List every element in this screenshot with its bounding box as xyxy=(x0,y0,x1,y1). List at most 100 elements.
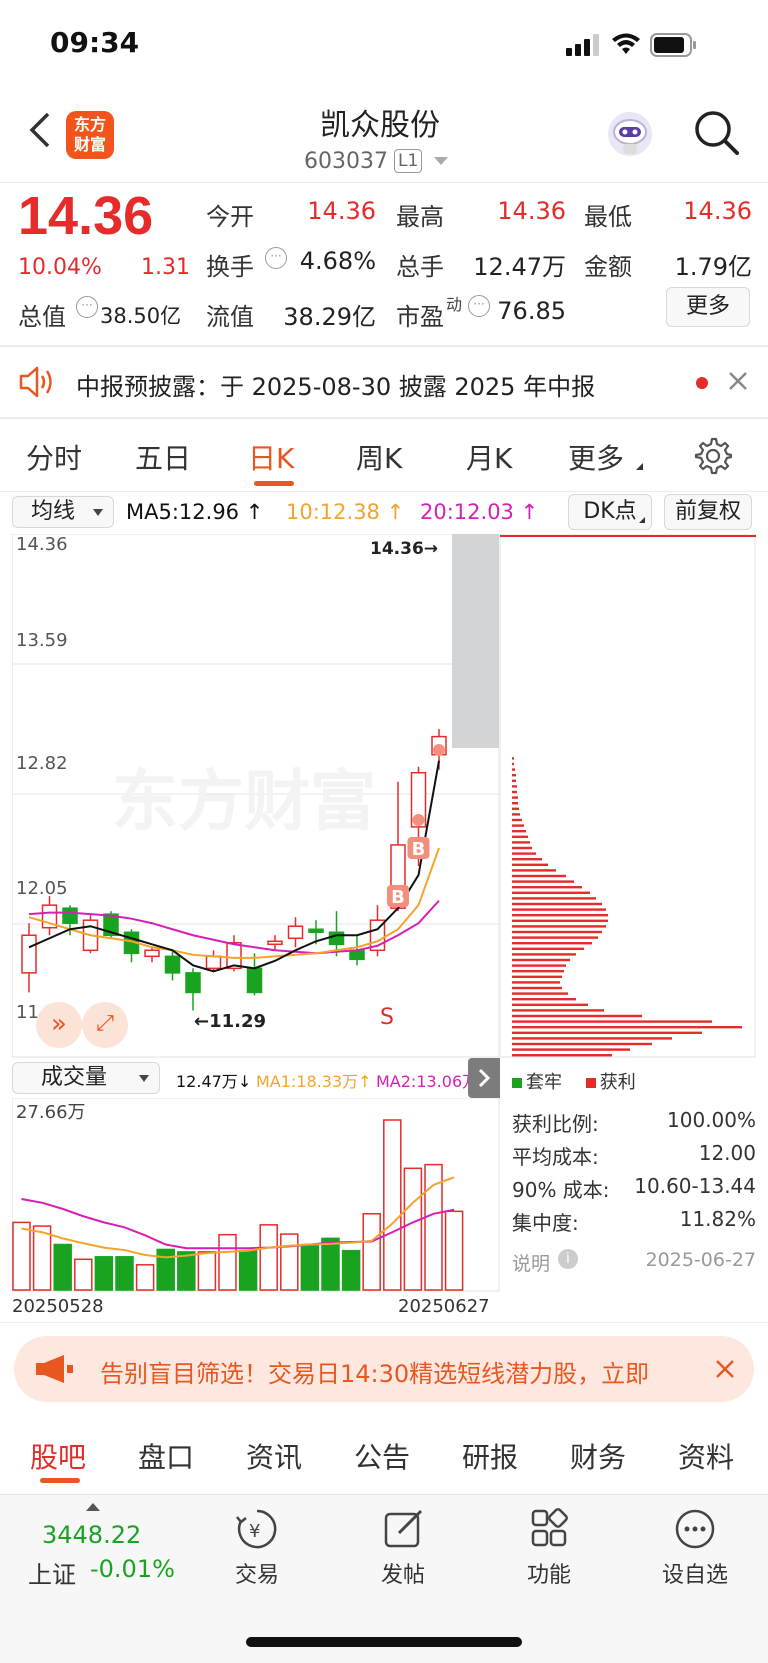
chip-bar xyxy=(512,779,516,782)
chip-bar xyxy=(512,1031,702,1034)
chip-bar xyxy=(512,802,518,805)
fullscreen-icon[interactable]: ⤢ xyxy=(82,1002,128,1048)
chip-bar xyxy=(512,841,530,844)
price-adjust-button[interactable]: 前复权 xyxy=(664,494,752,530)
chip-bar xyxy=(512,919,608,922)
chip-bar xyxy=(512,1042,652,1046)
chart-bottom-divider xyxy=(0,1322,768,1323)
top-header: 东方 财富 凯众股份 603037 L1 xyxy=(0,90,768,182)
kline-chart[interactable]: 东方财富 14.3613.5912.8212.0511.29 14.36→←11… xyxy=(11,533,500,1058)
watermark: 东方财富 xyxy=(112,763,376,840)
info-circle-icon[interactable]: ··· xyxy=(76,296,98,318)
wifi-icon xyxy=(610,32,642,56)
notice-bar[interactable]: 中报预披露：于 2025-08-30 披露 2025 年中报 xyxy=(0,347,768,417)
tab-daily-k[interactable]: 日K xyxy=(248,437,294,477)
chevron-left-icon xyxy=(29,112,50,148)
nav-post[interactable]: 发帖 xyxy=(358,1507,448,1589)
tab-more[interactable]: 更多 xyxy=(568,437,624,477)
volume-bar-up xyxy=(12,1221,31,1291)
pe-sup: 动 xyxy=(446,295,463,314)
chip-bar xyxy=(512,958,570,962)
nav-functions-label: 功能 xyxy=(526,1563,571,1588)
tab-guba[interactable]: 股吧 xyxy=(30,1436,86,1476)
edit-post-icon xyxy=(384,1509,423,1548)
search-button[interactable] xyxy=(692,108,742,158)
buy-signal: B xyxy=(391,887,405,908)
nav-post-label: 发帖 xyxy=(380,1563,425,1588)
legend-trapped-swatch xyxy=(512,1078,522,1088)
more-button[interactable]: 更多 xyxy=(666,287,750,327)
indicator-select[interactable]: 均线 xyxy=(12,496,114,528)
volume-chart[interactable]: 27.66万 xyxy=(11,1097,500,1292)
chip-bar xyxy=(512,774,516,777)
buy-signal: B xyxy=(412,839,426,860)
ma10-value: 10:12.38 ↑ xyxy=(286,500,405,524)
float-value: 38.29亿 xyxy=(283,303,376,331)
nav-add-watchlist[interactable]: 设自选 xyxy=(650,1507,740,1589)
ad-banner[interactable]: 告别盲目筛选！交易日14:30精选短线潜力股，立即 xyxy=(14,1336,754,1402)
tab-research[interactable]: 研报 xyxy=(462,1436,518,1476)
chip-bar xyxy=(512,891,590,894)
candle-down xyxy=(164,955,181,974)
speaker-icon xyxy=(18,365,56,399)
volume-bar-down xyxy=(321,1237,340,1291)
chip-bar xyxy=(512,925,606,928)
open-value: 14.36 xyxy=(307,197,376,225)
high-price-mark: 14.36→ xyxy=(370,539,438,559)
candle-down xyxy=(246,967,263,994)
volume-label: 总手 xyxy=(396,253,444,281)
app-logo[interactable]: 东方 财富 xyxy=(66,111,114,159)
limit-up-zone xyxy=(452,534,499,748)
tab-intraday[interactable]: 分时 xyxy=(26,437,82,477)
y-tick-label: 13.59 xyxy=(16,630,68,651)
chip-bar xyxy=(512,897,596,900)
expand-left-icon[interactable]: » xyxy=(36,1002,82,1048)
volume-bar-up xyxy=(74,1258,93,1291)
open-label: 今开 xyxy=(206,203,254,231)
note-label[interactable]: 说明 xyxy=(512,1249,550,1276)
index-name: 上证 xyxy=(28,1561,76,1589)
candle-down xyxy=(62,907,78,924)
event-dot xyxy=(433,744,445,756)
y-tick-label: 12.05 xyxy=(16,878,68,899)
chip-bar xyxy=(512,964,566,967)
tab-weekly-k[interactable]: 周K xyxy=(356,437,402,477)
tab-five-day[interactable]: 五日 xyxy=(135,437,191,477)
chip-distribution[interactable] xyxy=(499,533,756,1102)
dk-point-button[interactable]: DK点 xyxy=(568,494,652,530)
tab-news[interactable]: 资讯 xyxy=(246,1436,302,1476)
settings-button[interactable] xyxy=(694,437,733,475)
tab-active-indicator xyxy=(254,481,294,486)
chip-bar xyxy=(512,785,517,788)
nav-trade[interactable]: ¥ 交易 xyxy=(212,1507,302,1589)
candle-up xyxy=(205,955,222,970)
stock-code-row[interactable]: 603037 L1 xyxy=(304,146,449,176)
index-value[interactable]: 3448.22 xyxy=(42,1521,141,1549)
info-circle-icon[interactable]: i xyxy=(558,1249,578,1269)
chip-bar xyxy=(512,975,562,978)
status-bar: 09:34 xyxy=(0,0,768,90)
volume-ma1: MA1:18.33万↑ xyxy=(256,1072,372,1091)
chip-bar xyxy=(512,886,582,889)
candle-up xyxy=(267,940,283,946)
pe-value: 76.85 xyxy=(497,297,566,325)
tab-monthly-k[interactable]: 月K xyxy=(466,437,512,477)
close-icon[interactable] xyxy=(712,1356,738,1382)
index-change: -0.01% xyxy=(90,1555,175,1583)
level-badge: L1 xyxy=(393,149,423,173)
ma20-value: 20:12.03 ↑ xyxy=(420,500,539,524)
robot-avatar-icon[interactable] xyxy=(604,108,656,160)
chip-bar xyxy=(512,1003,588,1006)
tab-profile[interactable]: 资料 xyxy=(678,1436,734,1476)
back-button[interactable] xyxy=(22,108,58,152)
tab-pankou[interactable]: 盘口 xyxy=(138,1436,194,1476)
tab-announcements[interactable]: 公告 xyxy=(354,1436,410,1476)
grid-apps-icon xyxy=(531,1508,568,1547)
volume-indicator-select[interactable]: 成交量 xyxy=(12,1062,160,1094)
tab-finance[interactable]: 财务 xyxy=(570,1436,626,1476)
expand-right-button[interactable] xyxy=(468,1058,500,1098)
close-icon[interactable] xyxy=(726,369,750,393)
nav-functions[interactable]: 功能 xyxy=(504,1507,594,1589)
chip-bar xyxy=(512,981,560,984)
ma-bar: 均线 MA5:12.96 ↑ 10:12.38 ↑ 20:12.03 ↑ DK点… xyxy=(0,492,768,532)
